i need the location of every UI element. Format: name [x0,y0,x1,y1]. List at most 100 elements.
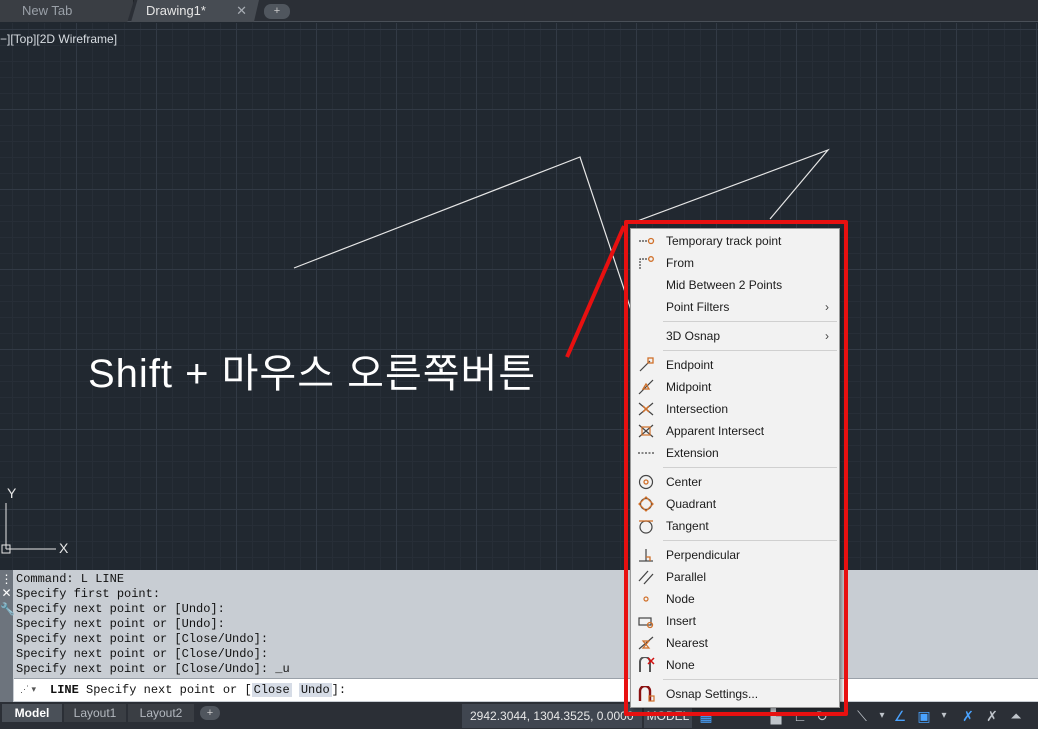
add-layout-button[interactable]: + [200,706,220,720]
command-prompt-text: Specify next point or [ [78,683,252,697]
menu-item-label: Point Filters [666,300,730,314]
annotation-caption: Shift + 마우스 오른쪽버튼 [88,352,537,396]
history-line: Specify first point: [16,587,161,601]
auto-scale-icon[interactable]: ⏶ [1006,706,1026,726]
parallel-icon [638,570,654,585]
menu-item-mid-between-2-points[interactable]: Mid Between 2 Points [631,274,839,296]
annotation-scale-icon[interactable]: ✗ [958,706,978,726]
menu-item-label: Parallel [666,570,707,584]
menu-item-label: Center [666,475,703,489]
midpoint-icon [638,379,654,395]
insert-icon [638,617,654,629]
option-undo[interactable]: Undo [298,683,332,697]
menu-item-apparent-intersect[interactable]: Apparent Intersect [631,420,839,442]
menu-item-parallel[interactable]: Parallel [631,566,839,588]
menu-item-label: Tangent [666,519,709,533]
command-input[interactable]: ⋰ ▾ LINE Specify next point or [Close Un… [14,678,1038,701]
center-icon [638,474,654,490]
menu-item-tangent[interactable]: Tangent [631,515,839,537]
command-window-handle[interactable]: ⋮ ✕ 🔧 [0,570,15,702]
from-icon [639,256,654,269]
menu-item-label: Intersection [666,402,729,416]
coordinates-readout[interactable]: 2942.3044, 1304.3525, 0.0000 [462,704,642,728]
tangent-icon [639,520,653,534]
object-snap-icon[interactable]: ∠ [890,706,910,726]
history-line: Specify next point or [Undo]: [16,617,225,631]
snap-icon[interactable]: ▙ [766,706,786,726]
menu-item-label: Insert [666,614,697,628]
menu-item-midpoint[interactable]: Midpoint [631,376,839,398]
menu-item-none[interactable]: None [631,654,839,676]
tab-drawing1[interactable]: Drawing1* ✕ [131,0,259,22]
annotation-visibility-icon[interactable]: ✗ [982,706,1002,726]
grid-icon[interactable]: ▦ [696,706,716,726]
osnap-context-menu: Temporary track point From Mid Between 2… [630,228,840,708]
menu-item-point-filters[interactable]: Point Filters › [631,296,839,318]
menu-item-extension[interactable]: Extension [631,442,839,464]
menu-item-label: Quadrant [666,497,717,511]
tab-model[interactable]: Model [2,704,62,722]
nearest-icon [638,636,654,650]
drawn-polyline [293,156,633,314]
drawn-polyline-2 [631,148,830,224]
menu-item-quadrant[interactable]: Quadrant [631,493,839,515]
option-close[interactable]: Close [251,683,292,697]
endpoint-icon [639,357,654,372]
submenu-arrow-icon: › [825,300,829,314]
ortho-icon[interactable]: ∟ [790,706,810,726]
menu-separator [663,321,837,322]
none-osnap-icon [639,657,655,672]
tab-drawing1-label: Drawing1* [146,3,206,18]
menu-item-label: Midpoint [666,380,712,394]
node-icon [643,596,649,602]
menu-item-from[interactable]: From [631,252,839,274]
menu-item-perpendicular[interactable]: Perpendicular [631,544,839,566]
menu-item-node[interactable]: Node [631,588,839,610]
osnap-settings-icon [638,686,655,702]
close-tab-icon[interactable]: ✕ [236,0,247,21]
tab-new-tab[interactable]: New Tab [0,0,134,22]
drawing-viewport[interactable]: −][Top][2D Wireframe] Shift + 마우스 오른쪽버튼 … [0,23,1038,570]
grip-icon[interactable]: ⋮ [0,572,13,586]
submenu-arrow-icon: › [825,329,829,343]
menu-item-endpoint[interactable]: Endpoint [631,354,839,376]
menu-item-label: From [666,256,694,270]
ucs-icon: Y X [1,485,69,556]
add-tab-button[interactable]: + [264,4,290,19]
tab-layout2[interactable]: Layout2 [128,704,194,722]
menu-item-label: Apparent Intersect [666,424,765,438]
status-bar: Model Layout1 Layout2 + 2942.3044, 1304.… [0,702,1038,729]
menu-item-nearest[interactable]: Nearest [631,632,839,654]
menu-item-3d-osnap[interactable]: 3D Osnap › [631,325,839,347]
extension-icon [638,452,654,454]
menu-item-label: Extension [666,446,719,460]
menu-item-intersection[interactable]: Intersection [631,398,839,420]
customize-icon[interactable]: 🔧 [0,602,15,616]
ucs-y-label: Y [7,485,17,501]
document-tab-bar: New Tab Drawing1* ✕ + [0,0,1038,22]
tab-layout1[interactable]: Layout1 [64,704,126,722]
history-line: Specify next point or [Undo]: [16,602,225,616]
menu-item-center[interactable]: Center [631,471,839,493]
history-line: Specify next point or [Close/Undo]: [16,632,269,646]
close-icon[interactable]: ✕ [0,586,13,600]
menu-separator [663,467,837,468]
menu-item-label: Temporary track point [666,234,782,248]
menu-separator [663,679,837,680]
menu-item-label: Nearest [666,636,709,650]
menu-item-label: 3D Osnap [666,329,721,343]
command-window: ⋮ ✕ 🔧 Command: L LINE Specify first poin… [0,570,1038,702]
perpendicular-icon [639,549,653,562]
history-line: Specify next point or [Close/Undo]: [16,647,269,661]
menu-item-insert[interactable]: Insert [631,610,839,632]
menu-item-label: None [666,658,695,672]
isodraft-icon[interactable]: ⟍ [852,706,872,726]
selection-cycling-icon[interactable]: ▣ [914,706,934,726]
command-dropdown-icon[interactable]: ⋰ ▾ [20,684,36,695]
menu-item-osnap-settings[interactable]: Osnap Settings... [631,683,839,705]
command-prompt: LINE Specify next point or [Close Undo]: [50,683,346,697]
chevron-down-icon[interactable]: ▾ [872,706,892,726]
chevron-down-icon[interactable]: ▾ [934,706,954,726]
menu-item-temporary-track-point[interactable]: Temporary track point [631,230,839,252]
polar-icon[interactable]: ↻ [812,706,832,726]
